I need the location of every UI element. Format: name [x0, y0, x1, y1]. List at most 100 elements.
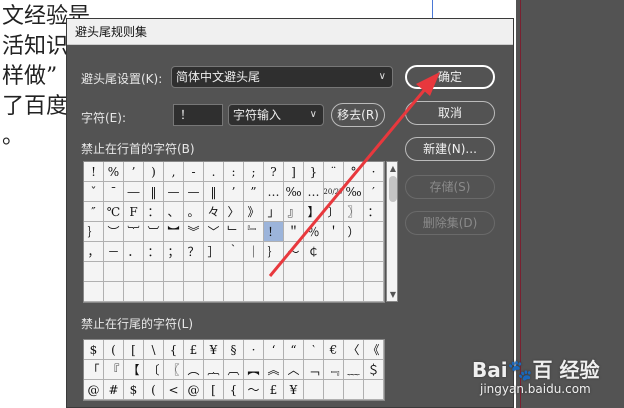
char-cell[interactable]: ；	[164, 242, 184, 262]
char-cell[interactable]: $	[84, 340, 104, 360]
char-cell[interactable]: ︽	[264, 360, 284, 380]
head-chars-grid[interactable]: !%’), -.:;?]} ¨ ° · ˇ ˉ ― ‖ — — ‖’”… ‰… 20/27 ‰ ′ ″ ℃ F：、。…	[83, 161, 385, 303]
char-cell[interactable]: 、	[164, 202, 184, 222]
char-cell[interactable]: ：	[144, 242, 164, 262]
char-cell[interactable]	[204, 282, 224, 302]
char-cell[interactable]: —	[164, 182, 184, 202]
char-cell[interactable]: ˇ	[84, 182, 104, 202]
char-cell[interactable]: ％	[304, 222, 324, 242]
char-cell[interactable]: ］	[204, 242, 224, 262]
char-cell[interactable]: ’	[124, 162, 144, 182]
char-cell[interactable]	[124, 262, 144, 282]
char-cell[interactable]	[84, 262, 104, 282]
char-cell[interactable]: <	[164, 380, 184, 400]
char-cell[interactable]	[164, 282, 184, 302]
char-cell[interactable]: ]	[284, 162, 304, 182]
char-cell[interactable]: 20/27	[324, 182, 344, 202]
char-cell[interactable]	[284, 262, 304, 282]
char-cell[interactable]	[324, 262, 344, 282]
char-cell[interactable]: .	[204, 162, 224, 182]
char-cell[interactable]	[364, 380, 384, 400]
char-cell[interactable]	[164, 262, 184, 282]
char-cell[interactable]: 々	[204, 202, 224, 222]
char-cell[interactable]: ·	[244, 340, 264, 360]
char-cell[interactable]: -	[184, 162, 204, 182]
char-cell[interactable]: 〗	[344, 202, 364, 222]
char-cell[interactable]: ,	[164, 162, 184, 182]
char-cell[interactable]	[224, 262, 244, 282]
char-cell[interactable]	[184, 262, 204, 282]
char-cell[interactable]: 」	[264, 202, 284, 222]
char-cell[interactable]: #	[104, 380, 124, 400]
char-cell[interactable]: ！	[264, 222, 284, 242]
char-cell[interactable]: ︹	[224, 360, 244, 380]
char-cell[interactable]: ¥	[284, 380, 304, 400]
char-cell[interactable]: 《	[364, 340, 384, 360]
char-cell[interactable]	[204, 262, 224, 282]
char-cell[interactable]	[124, 282, 144, 302]
char-cell[interactable]	[284, 282, 304, 302]
char-cell[interactable]: 》	[244, 202, 264, 222]
char-cell[interactable]: 『	[104, 360, 124, 380]
char-cell[interactable]: (	[144, 380, 164, 400]
char-cell[interactable]: ‵	[304, 340, 324, 360]
char-cell[interactable]: £	[184, 340, 204, 360]
delete-set-button[interactable]: 删除集(D)	[405, 211, 495, 235]
char-cell[interactable]	[244, 262, 264, 282]
char-cell[interactable]	[304, 282, 324, 302]
char-cell[interactable]: ︼	[164, 222, 184, 242]
char-cell[interactable]: ｀	[224, 242, 244, 262]
char-cell[interactable]: 】	[304, 202, 324, 222]
char-cell[interactable]: ‖	[204, 182, 224, 202]
char-cell[interactable]: ︿	[284, 360, 304, 380]
char-cell[interactable]	[344, 282, 364, 302]
char-cell[interactable]	[104, 282, 124, 302]
char-cell[interactable]: @	[84, 380, 104, 400]
save-button[interactable]: 存储(S)	[405, 175, 495, 199]
char-cell[interactable]: ﹀	[204, 222, 224, 242]
char-cell[interactable]: ）	[344, 222, 364, 242]
char-cell[interactable]: ”	[244, 182, 264, 202]
char-cell[interactable]: ＄	[364, 360, 384, 380]
char-cell[interactable]: [	[124, 340, 144, 360]
settings-select[interactable]: 简体中文避头尾 ∨	[171, 66, 393, 88]
char-cell[interactable]: …	[264, 182, 284, 202]
char-cell[interactable]	[104, 262, 124, 282]
char-cell[interactable]: ﹁	[304, 360, 324, 380]
char-cell[interactable]: ‰	[344, 182, 364, 202]
char-cell[interactable]: \	[144, 340, 164, 360]
char-cell[interactable]: ‰	[284, 182, 304, 202]
char-cell[interactable]: ¨	[324, 162, 344, 182]
new-button[interactable]: 新建(N)...	[405, 137, 495, 161]
char-cell[interactable]: 。	[184, 202, 204, 222]
char-cell[interactable]	[304, 380, 324, 400]
char-cell[interactable]: ︶	[104, 222, 124, 242]
char-cell[interactable]: ﹃	[324, 360, 344, 380]
char-cell[interactable]	[264, 282, 284, 302]
char-cell[interactable]: ：	[364, 202, 384, 222]
char-cell[interactable]: F	[124, 202, 144, 222]
char-cell[interactable]: 〔	[144, 360, 164, 380]
char-cell[interactable]	[364, 262, 384, 282]
char-cell[interactable]: @	[184, 380, 204, 400]
char-cell[interactable]: 〉	[224, 202, 244, 222]
arrow-down-icon[interactable]: ▼	[387, 290, 399, 299]
char-cell[interactable]	[304, 262, 324, 282]
char-cell[interactable]: ︺	[144, 222, 164, 242]
char-cell[interactable]	[224, 282, 244, 302]
char-cell[interactable]: ｝	[264, 242, 284, 262]
char-cell[interactable]: 〕	[324, 202, 344, 222]
char-cell[interactable]: ｝	[84, 222, 104, 242]
char-cell[interactable]: 〖	[164, 360, 184, 380]
char-cell[interactable]	[264, 262, 284, 282]
scrollbar-thumb[interactable]	[389, 176, 397, 202]
input-mode-select[interactable]: 字符输入 ∨	[228, 104, 324, 126]
char-cell[interactable]	[144, 282, 164, 302]
char-cell[interactable]	[364, 222, 384, 242]
char-cell[interactable]: ＂	[284, 222, 304, 242]
ok-button[interactable]: 确定	[405, 65, 495, 89]
char-cell[interactable]: :	[224, 162, 244, 182]
head-grid-scrollbar[interactable]: ▲ ▼	[386, 161, 398, 302]
tail-chars-grid[interactable]: $([\{£ ¥ § · ‘“‵ € 〈《「『【〔〖 ︵ ︷ ︹ ︻ ︽ ︿ ﹁ ﹃ ﹏ ＄ @ # $(< @[{～ £…	[83, 339, 385, 401]
char-cell[interactable]: ¥	[204, 340, 224, 360]
